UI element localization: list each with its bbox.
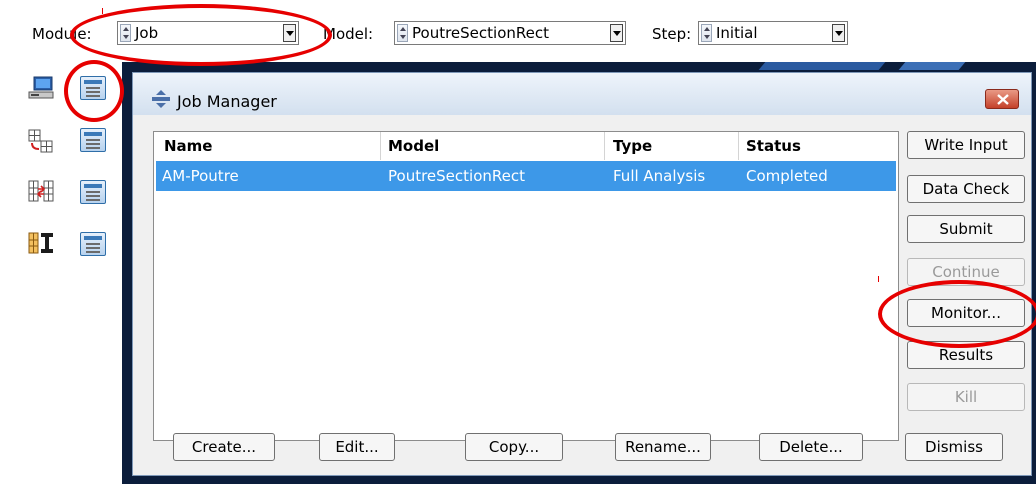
data-check-button[interactable]: Data Check xyxy=(907,175,1025,203)
dismiss-button[interactable]: Dismiss xyxy=(905,433,1003,461)
optimization-manager-icon[interactable] xyxy=(80,232,106,256)
model-dropdown-arrow-icon[interactable] xyxy=(610,24,623,42)
step-label: Step: xyxy=(652,25,692,43)
workstation-icon[interactable] xyxy=(28,76,54,102)
step-combo[interactable]: Initial xyxy=(698,21,848,45)
delete-button[interactable]: Delete... xyxy=(759,433,863,461)
annotation-tick xyxy=(102,8,103,14)
create-button[interactable]: Create... xyxy=(173,433,275,461)
close-button[interactable] xyxy=(985,89,1019,109)
write-input-button[interactable]: Write Input xyxy=(907,131,1025,159)
module-dropdown-arrow-icon[interactable] xyxy=(283,24,296,42)
module-label: Module: xyxy=(32,25,92,43)
kill-button[interactable]: Kill xyxy=(907,383,1025,411)
job-model-cell: PoutreSectionRect xyxy=(388,167,525,185)
job-status-cell: Completed xyxy=(746,167,828,185)
module-combo[interactable]: Job xyxy=(117,21,299,45)
dialog-body: Name Model Type Status AM-Poutre PoutreS… xyxy=(133,115,1031,475)
submit-button[interactable]: Submit xyxy=(907,215,1025,243)
column-header-name[interactable]: Name xyxy=(164,136,212,156)
model-combo[interactable]: PoutreSectionRect xyxy=(394,21,626,45)
results-button[interactable]: Results xyxy=(907,341,1025,369)
job-manager-icon[interactable] xyxy=(80,76,106,100)
module-value: Job xyxy=(135,24,159,42)
job-manager-dialog: Job Manager Name Model Type Status AM-Po… xyxy=(132,72,1032,476)
dialog-title: Job Manager xyxy=(177,92,277,111)
edit-button[interactable]: Edit... xyxy=(319,433,395,461)
table-row[interactable]: AM-Poutre PoutreSectionRect Full Analysi… xyxy=(156,161,896,191)
rename-button[interactable]: Rename... xyxy=(615,433,711,461)
job-table[interactable]: Name Model Type Status AM-Poutre PoutreS… xyxy=(153,131,899,441)
model-spinner-icon[interactable] xyxy=(397,24,408,42)
model-value: PoutreSectionRect xyxy=(412,24,549,42)
job-manager-icon xyxy=(152,90,170,108)
optimization-icon[interactable] xyxy=(28,230,54,256)
column-header-status[interactable]: Status xyxy=(746,136,801,156)
mesh-transfer-icon[interactable] xyxy=(28,128,54,154)
step-dropdown-arrow-icon[interactable] xyxy=(832,24,845,42)
module-toolbox xyxy=(0,62,122,484)
continue-button[interactable]: Continue xyxy=(907,258,1025,286)
model-label: Model: xyxy=(323,25,374,43)
coexec-manager-icon[interactable] xyxy=(80,180,106,204)
dialog-title-bar[interactable]: Job Manager xyxy=(133,73,1031,115)
close-icon xyxy=(997,94,1009,105)
annotation-tick xyxy=(878,276,879,282)
coexec-icon[interactable] xyxy=(28,178,54,204)
job-name-cell: AM-Poutre xyxy=(162,167,239,185)
column-header-model[interactable]: Model xyxy=(388,136,439,156)
adaptivity-manager-icon[interactable] xyxy=(80,128,106,152)
step-spinner-icon[interactable] xyxy=(701,24,712,42)
module-spinner-icon[interactable] xyxy=(120,24,131,42)
copy-button[interactable]: Copy... xyxy=(465,433,563,461)
job-type-cell: Full Analysis xyxy=(613,167,706,185)
step-value: Initial xyxy=(716,24,758,42)
context-toolbar: Module: Job Model: PoutreSectionRect Ste… xyxy=(0,0,1036,62)
monitor-button[interactable]: Monitor... xyxy=(907,299,1025,327)
column-header-type[interactable]: Type xyxy=(613,136,652,156)
